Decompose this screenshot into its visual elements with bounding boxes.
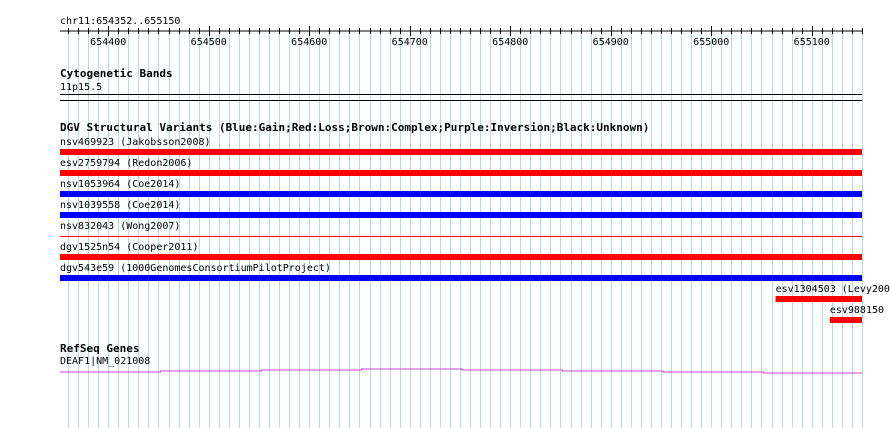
dgv-features: nsv469923 (Jakobsson2008) esv2759794 (Red… <box>60 137 890 323</box>
refseq-gene-label[interactable]: DEAF1|NM_021008 <box>60 356 150 367</box>
dgv-feature-bar[interactable] <box>60 275 862 281</box>
ruler-tick-label: 654800 <box>492 37 528 48</box>
genome-browser-panel: chr11:654352..655150 654400 654500 654600 6… <box>60 16 890 428</box>
ruler-tick-label: 654500 <box>191 37 227 48</box>
dgv-feature-label[interactable]: esv2759794 (Redon2006) <box>60 158 192 169</box>
ruler-tick-label: 655000 <box>693 37 729 48</box>
dgv-feature-bar[interactable] <box>60 236 862 237</box>
dgv-feature-label[interactable]: esv1304503 (Levy2007 <box>776 284 890 295</box>
ruler-tick-label: 655100 <box>794 37 830 48</box>
dgv-feature-bar[interactable] <box>60 212 862 218</box>
dgv-feature-label[interactable]: dgv543e59 (1000GenomesConsortiumPilotPro… <box>60 263 331 274</box>
dgv-feature-bar[interactable] <box>60 254 862 260</box>
ruler-tick-label: 654400 <box>90 37 126 48</box>
dgv-feature-bar[interactable] <box>60 149 862 155</box>
dgv-track-title[interactable]: DGV Structural Variants (Blue:Gain;Red:L… <box>60 121 649 134</box>
refseq-track-title[interactable]: RefSeq Genes <box>60 342 139 355</box>
ruler-tick-label: 654700 <box>392 37 428 48</box>
dgv-feature-label[interactable]: nsv832043 (Wong2007) <box>60 221 180 232</box>
ruler-tick-label: 654900 <box>593 37 629 48</box>
dgv-feature-label[interactable]: nsv469923 (Jakobsson2008) <box>60 137 211 148</box>
ruler-ticks: 654400 654500 654600 654700 654800 654900 6550… <box>68 26 863 48</box>
dgv-feature-label[interactable]: dgv1525n54 (Cooper2011) <box>60 242 198 253</box>
ruler-range-label: chr11:654352..655150 <box>60 16 180 27</box>
dgv-feature-label[interactable]: nsv1053964 (Coe2014) <box>60 179 180 190</box>
cytoband-label: 11p15.5 <box>60 82 102 93</box>
cytoband-track-title[interactable]: Cytogenetic Bands <box>60 67 173 80</box>
dgv-feature-label[interactable]: nsv1039558 (Coe2014) <box>60 200 180 211</box>
dgv-feature-bar[interactable] <box>829 317 862 323</box>
dgv-feature-bar[interactable] <box>60 191 862 197</box>
grid-lines <box>68 34 863 428</box>
dgv-feature-bar[interactable] <box>60 170 862 176</box>
ruler-tick-label: 654600 <box>291 37 327 48</box>
dgv-feature-bar[interactable] <box>775 296 862 302</box>
dgv-feature-label[interactable]: esv988150 ( <box>830 305 890 316</box>
